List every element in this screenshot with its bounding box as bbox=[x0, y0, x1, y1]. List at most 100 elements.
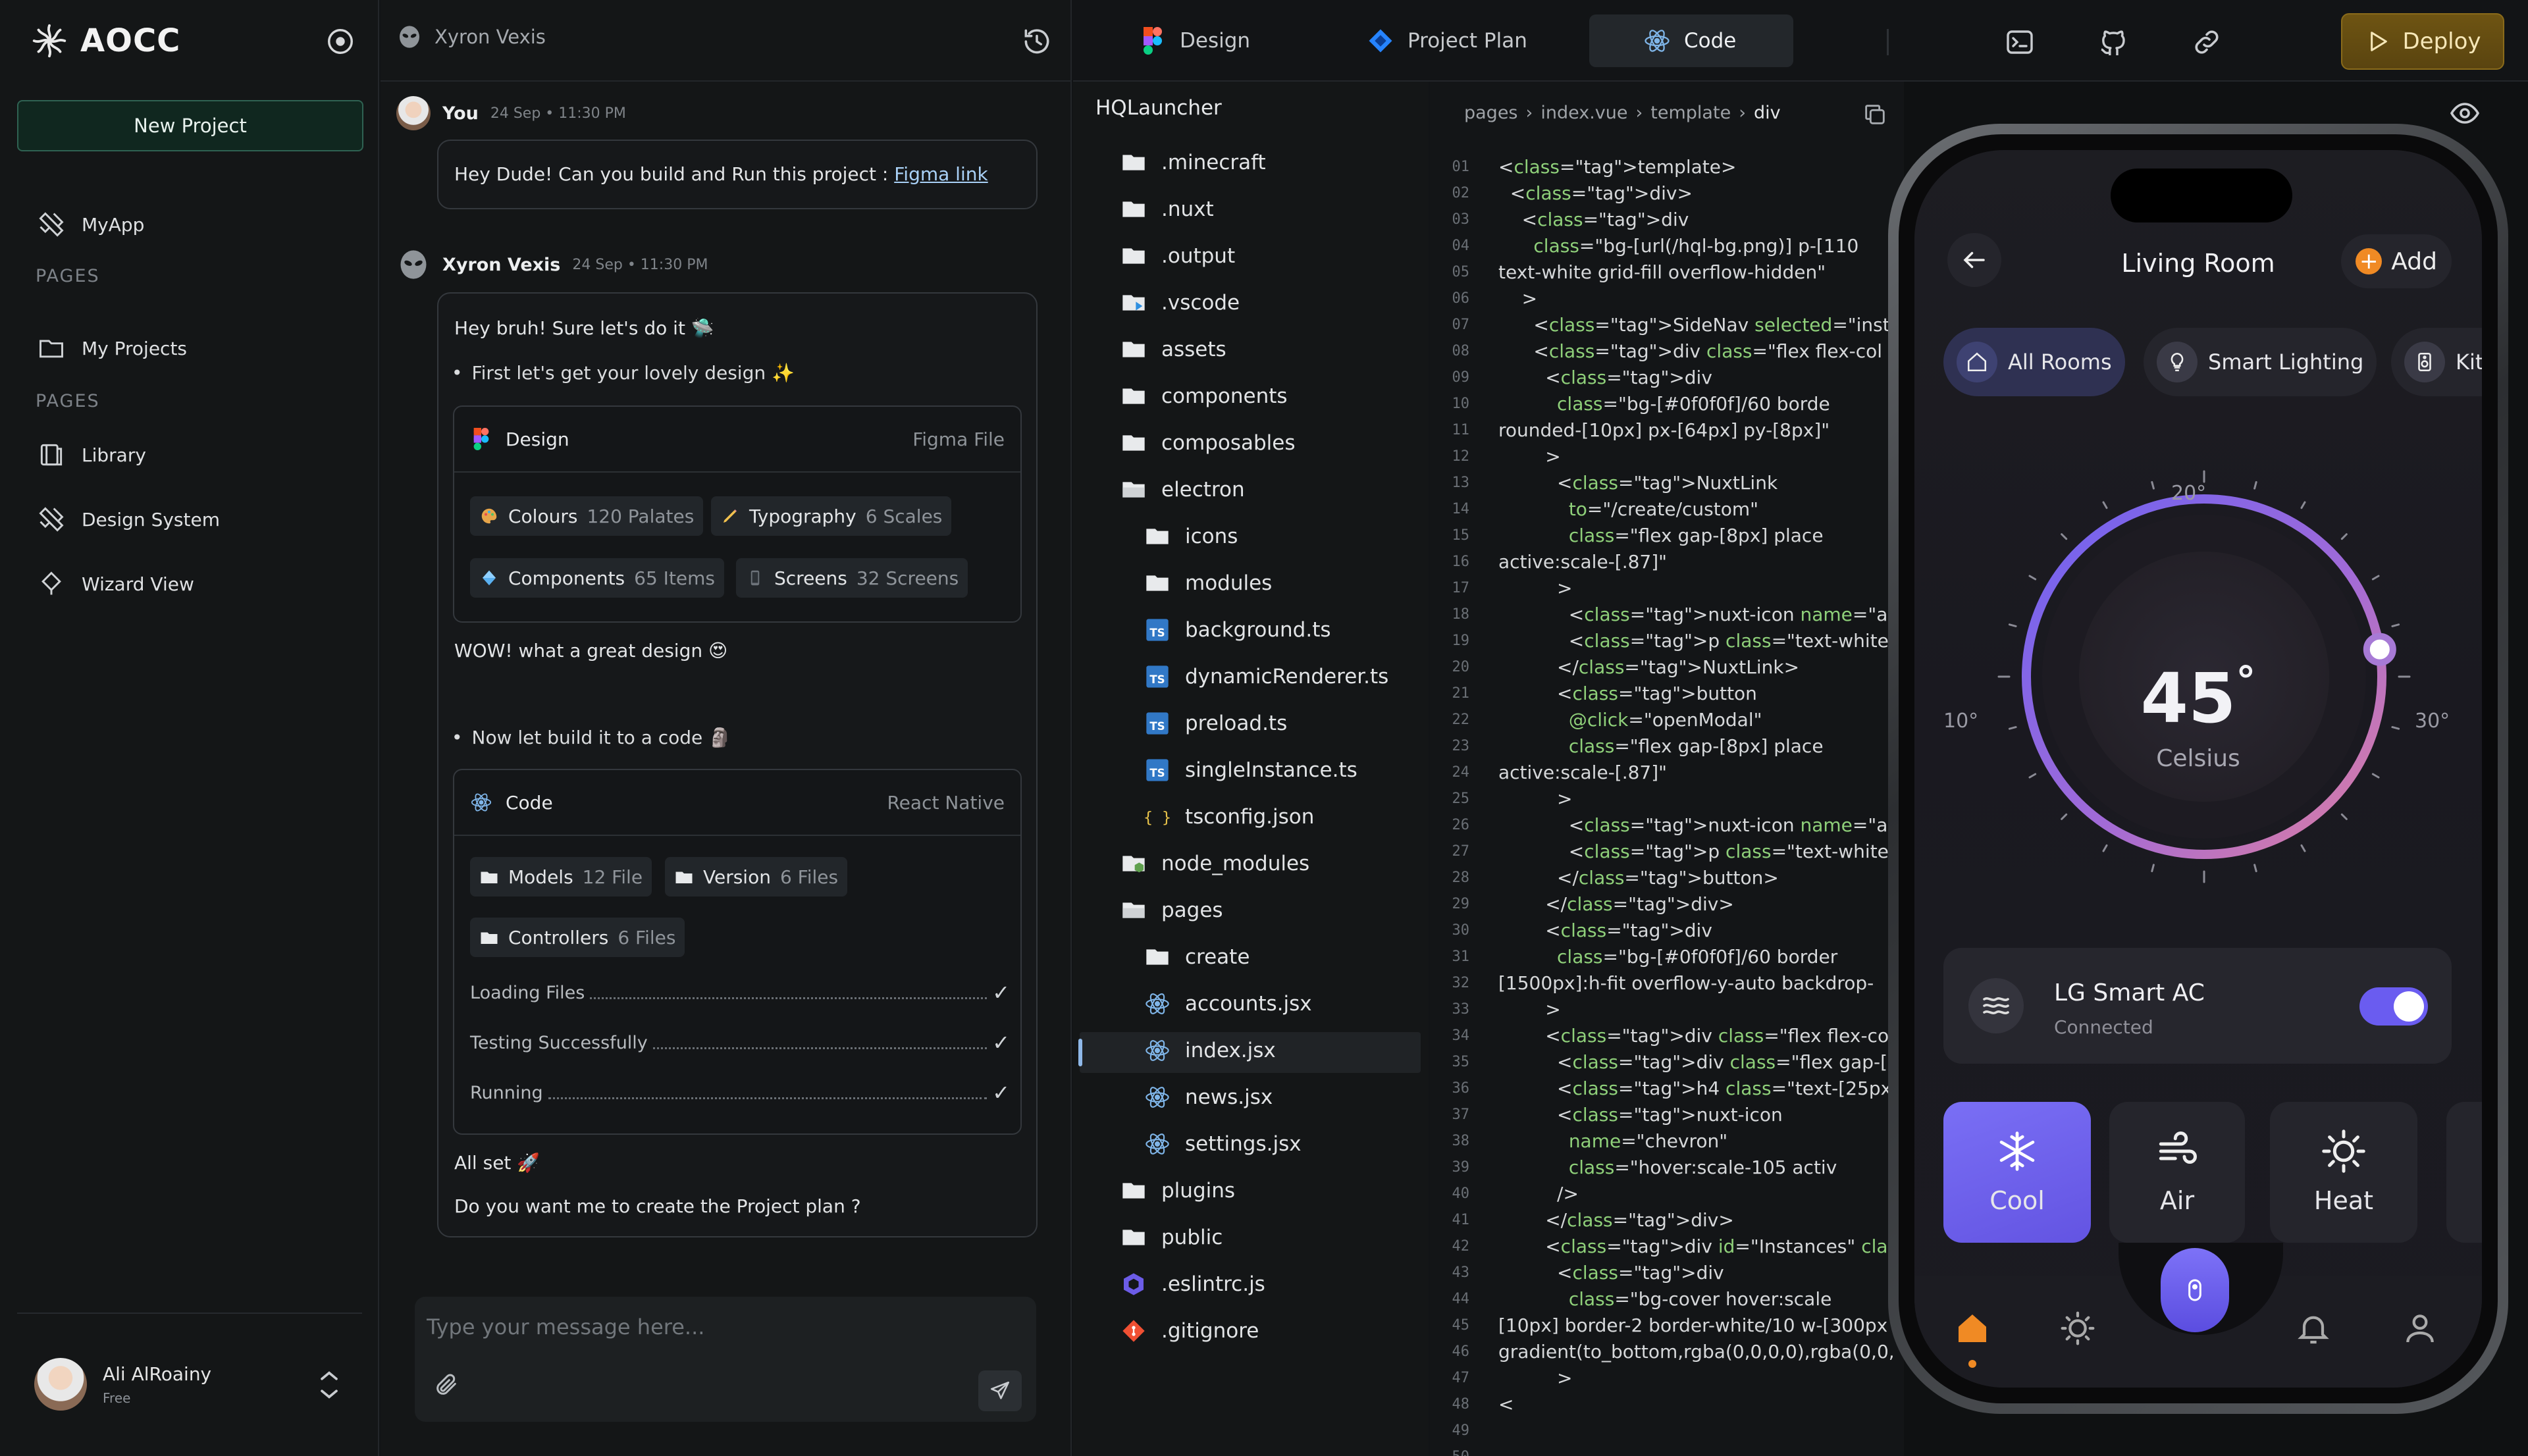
file-tree-item[interactable]: public bbox=[1120, 1217, 1223, 1258]
avatar bbox=[396, 96, 431, 130]
link-icon[interactable] bbox=[2191, 26, 2223, 58]
code-line: <class="tag">button bbox=[1498, 683, 1757, 704]
file-tree-item[interactable]: TS singleInstance.ts bbox=[1144, 750, 1357, 791]
file-tree-item[interactable]: accounts.jsx bbox=[1144, 983, 1312, 1024]
file-tree-item[interactable]: composables bbox=[1120, 423, 1296, 463]
dial-tick bbox=[2061, 533, 2068, 540]
svg-text:TS: TS bbox=[1149, 767, 1165, 779]
breadcrumb-item[interactable]: pages bbox=[1464, 103, 1518, 123]
code-line: </class="tag">button> bbox=[1498, 867, 1779, 889]
send-icon[interactable] bbox=[978, 1370, 1022, 1411]
file-tree-item[interactable]: TS dynamicRenderer.ts bbox=[1144, 656, 1388, 697]
file-tree-item[interactable]: assets bbox=[1120, 329, 1226, 370]
chevron-up-down-icon[interactable] bbox=[315, 1366, 344, 1403]
tab-design[interactable]: Design bbox=[1139, 14, 1284, 67]
chip-screens[interactable]: Screens 32 Screens bbox=[736, 558, 968, 598]
code-lines[interactable]: <class="tag">template> <class="tag">div>… bbox=[1498, 154, 1904, 1456]
react-icon bbox=[1144, 1084, 1171, 1110]
file-tree-item[interactable]: .nuxt bbox=[1120, 189, 1214, 230]
code-line: class="bg-[#0f0f0f]/60 border bbox=[1557, 946, 1838, 968]
room-pill-smart-lighting[interactable]: Smart Lighting bbox=[2144, 328, 2377, 396]
figma-link[interactable]: Figma link bbox=[894, 163, 988, 185]
sidebar-item-wizard-view[interactable]: Wizard View bbox=[37, 567, 194, 600]
eye-icon[interactable] bbox=[2449, 97, 2481, 129]
file-tree-item[interactable]: .minecraft bbox=[1120, 142, 1266, 183]
device-power-toggle[interactable] bbox=[2359, 987, 2428, 1026]
device-card[interactable]: LG Smart AC Connected bbox=[1943, 948, 2452, 1064]
file-tree-item[interactable]: create bbox=[1144, 937, 1250, 977]
sidebar-item-design-system[interactable]: Design System bbox=[37, 503, 220, 536]
mode-heat[interactable]: Heat bbox=[2270, 1102, 2417, 1243]
file-tree-label: plugins bbox=[1161, 1179, 1236, 1203]
chip-typography[interactable]: Typography 6 Scales bbox=[711, 496, 952, 536]
design-card[interactable]: Design Figma File Colours 120 Palates Typ… bbox=[453, 405, 1022, 623]
history-icon[interactable] bbox=[1020, 25, 1053, 58]
file-tree-item[interactable]: modules bbox=[1144, 563, 1272, 604]
file-tree-item[interactable]: .eslintrc.js bbox=[1120, 1264, 1265, 1305]
copy-icon[interactable] bbox=[1862, 101, 1888, 128]
chip-controllers[interactable]: Controllers 6 Files bbox=[470, 918, 685, 957]
file-tree-item[interactable]: .output bbox=[1120, 236, 1235, 276]
file-tree-item[interactable]: pages bbox=[1120, 890, 1223, 931]
chip-components[interactable]: Components 65 Items bbox=[470, 558, 725, 598]
deploy-button[interactable]: Deploy bbox=[2341, 13, 2504, 70]
chip-version[interactable]: Version 6 Files bbox=[665, 857, 848, 897]
sidebar-settings-icon[interactable] bbox=[325, 26, 356, 57]
message-intro: Hey bruh! Sure let's do it 🛸 bbox=[454, 317, 714, 339]
breadcrumb-item[interactable]: template bbox=[1650, 103, 1731, 123]
message-input[interactable] bbox=[427, 1309, 1006, 1345]
mode-air[interactable]: Air bbox=[2109, 1102, 2245, 1243]
code-line: <class="tag">div bbox=[1498, 1262, 1724, 1284]
file-tree-item[interactable]: plugins bbox=[1120, 1170, 1235, 1211]
bell-icon[interactable] bbox=[2295, 1310, 2332, 1347]
file-tree-item[interactable]: .vscode bbox=[1120, 282, 1240, 323]
sidebar-item-my-projects[interactable]: My Projects bbox=[37, 332, 187, 365]
typescript-icon: TS bbox=[1144, 757, 1171, 783]
breadcrumb-item[interactable]: index.vue bbox=[1540, 103, 1627, 123]
file-tree-item[interactable]: TS preload.ts bbox=[1144, 703, 1287, 744]
code-card[interactable]: Code React Native Models 12 File Version 6… bbox=[453, 769, 1022, 1135]
new-project-button[interactable]: New Project bbox=[17, 100, 363, 151]
add-button[interactable]: + Add bbox=[2341, 234, 2452, 288]
line-number: 04 bbox=[1452, 238, 1470, 254]
github-icon[interactable] bbox=[2097, 26, 2129, 58]
chip-models[interactable]: Models 12 File bbox=[470, 857, 652, 897]
terminal-icon[interactable] bbox=[2004, 26, 2036, 58]
chat-panel: Xyron Vexis You 24 Sep • 11:30 PM Hey Du… bbox=[381, 0, 1072, 1456]
sidebar-item-library[interactable]: Library bbox=[37, 438, 146, 471]
paperclip-icon[interactable] bbox=[433, 1372, 460, 1398]
breadcrumb-item[interactable]: div bbox=[1754, 103, 1781, 123]
progress-step: Running ✓ bbox=[470, 1080, 1010, 1105]
file-tree-item[interactable]: components bbox=[1120, 376, 1288, 417]
sidebar-item-myapp[interactable]: MyApp bbox=[37, 208, 144, 241]
room-pill-kitchen[interactable]: Kitc bbox=[2391, 328, 2482, 396]
file-tree-item[interactable]: TS background.ts bbox=[1144, 610, 1331, 650]
dial-tick bbox=[2340, 813, 2348, 820]
user-icon[interactable] bbox=[2402, 1310, 2438, 1347]
line-number: 35 bbox=[1452, 1054, 1470, 1070]
file-tree-item[interactable]: settings.jsx bbox=[1144, 1124, 1302, 1164]
user-profile[interactable]: Ali AlRoainy Free bbox=[34, 1355, 344, 1414]
folder-icon bbox=[1144, 944, 1171, 970]
home-filled-icon[interactable] bbox=[1954, 1310, 1991, 1347]
file-tree-item[interactable]: index.jsx bbox=[1144, 1030, 1276, 1071]
mode-cool[interactable]: Cool bbox=[1943, 1102, 2091, 1243]
mode-more[interactable] bbox=[2446, 1102, 2482, 1243]
figma-outline-icon bbox=[37, 505, 66, 534]
file-tree-item[interactable]: node_modules bbox=[1120, 843, 1309, 884]
file-tree-item[interactable]: news.jsx bbox=[1144, 1077, 1273, 1118]
file-tree-item[interactable]: electron bbox=[1120, 469, 1245, 510]
file-tree-item[interactable]: .gitignore bbox=[1120, 1311, 1259, 1351]
message-bullet: • Now let build it to a code 🗿 bbox=[452, 727, 732, 748]
chip-colours[interactable]: Colours 120 Palates bbox=[470, 496, 704, 536]
sun-icon[interactable] bbox=[2059, 1310, 2096, 1347]
dial-tick bbox=[2151, 481, 2155, 490]
tab-code[interactable]: Code bbox=[1589, 14, 1793, 67]
file-tree-item[interactable]: { } tsconfig.json bbox=[1144, 796, 1314, 837]
file-tree-item[interactable]: icons bbox=[1144, 516, 1238, 557]
room-pill-all-rooms[interactable]: All Rooms bbox=[1943, 328, 2125, 396]
remote-icon[interactable] bbox=[2161, 1248, 2229, 1332]
tab-project-plan[interactable]: Project Plan bbox=[1367, 14, 1551, 67]
file-tree-label: assets bbox=[1161, 338, 1226, 361]
brand[interactable]: AOCC bbox=[29, 20, 180, 62]
